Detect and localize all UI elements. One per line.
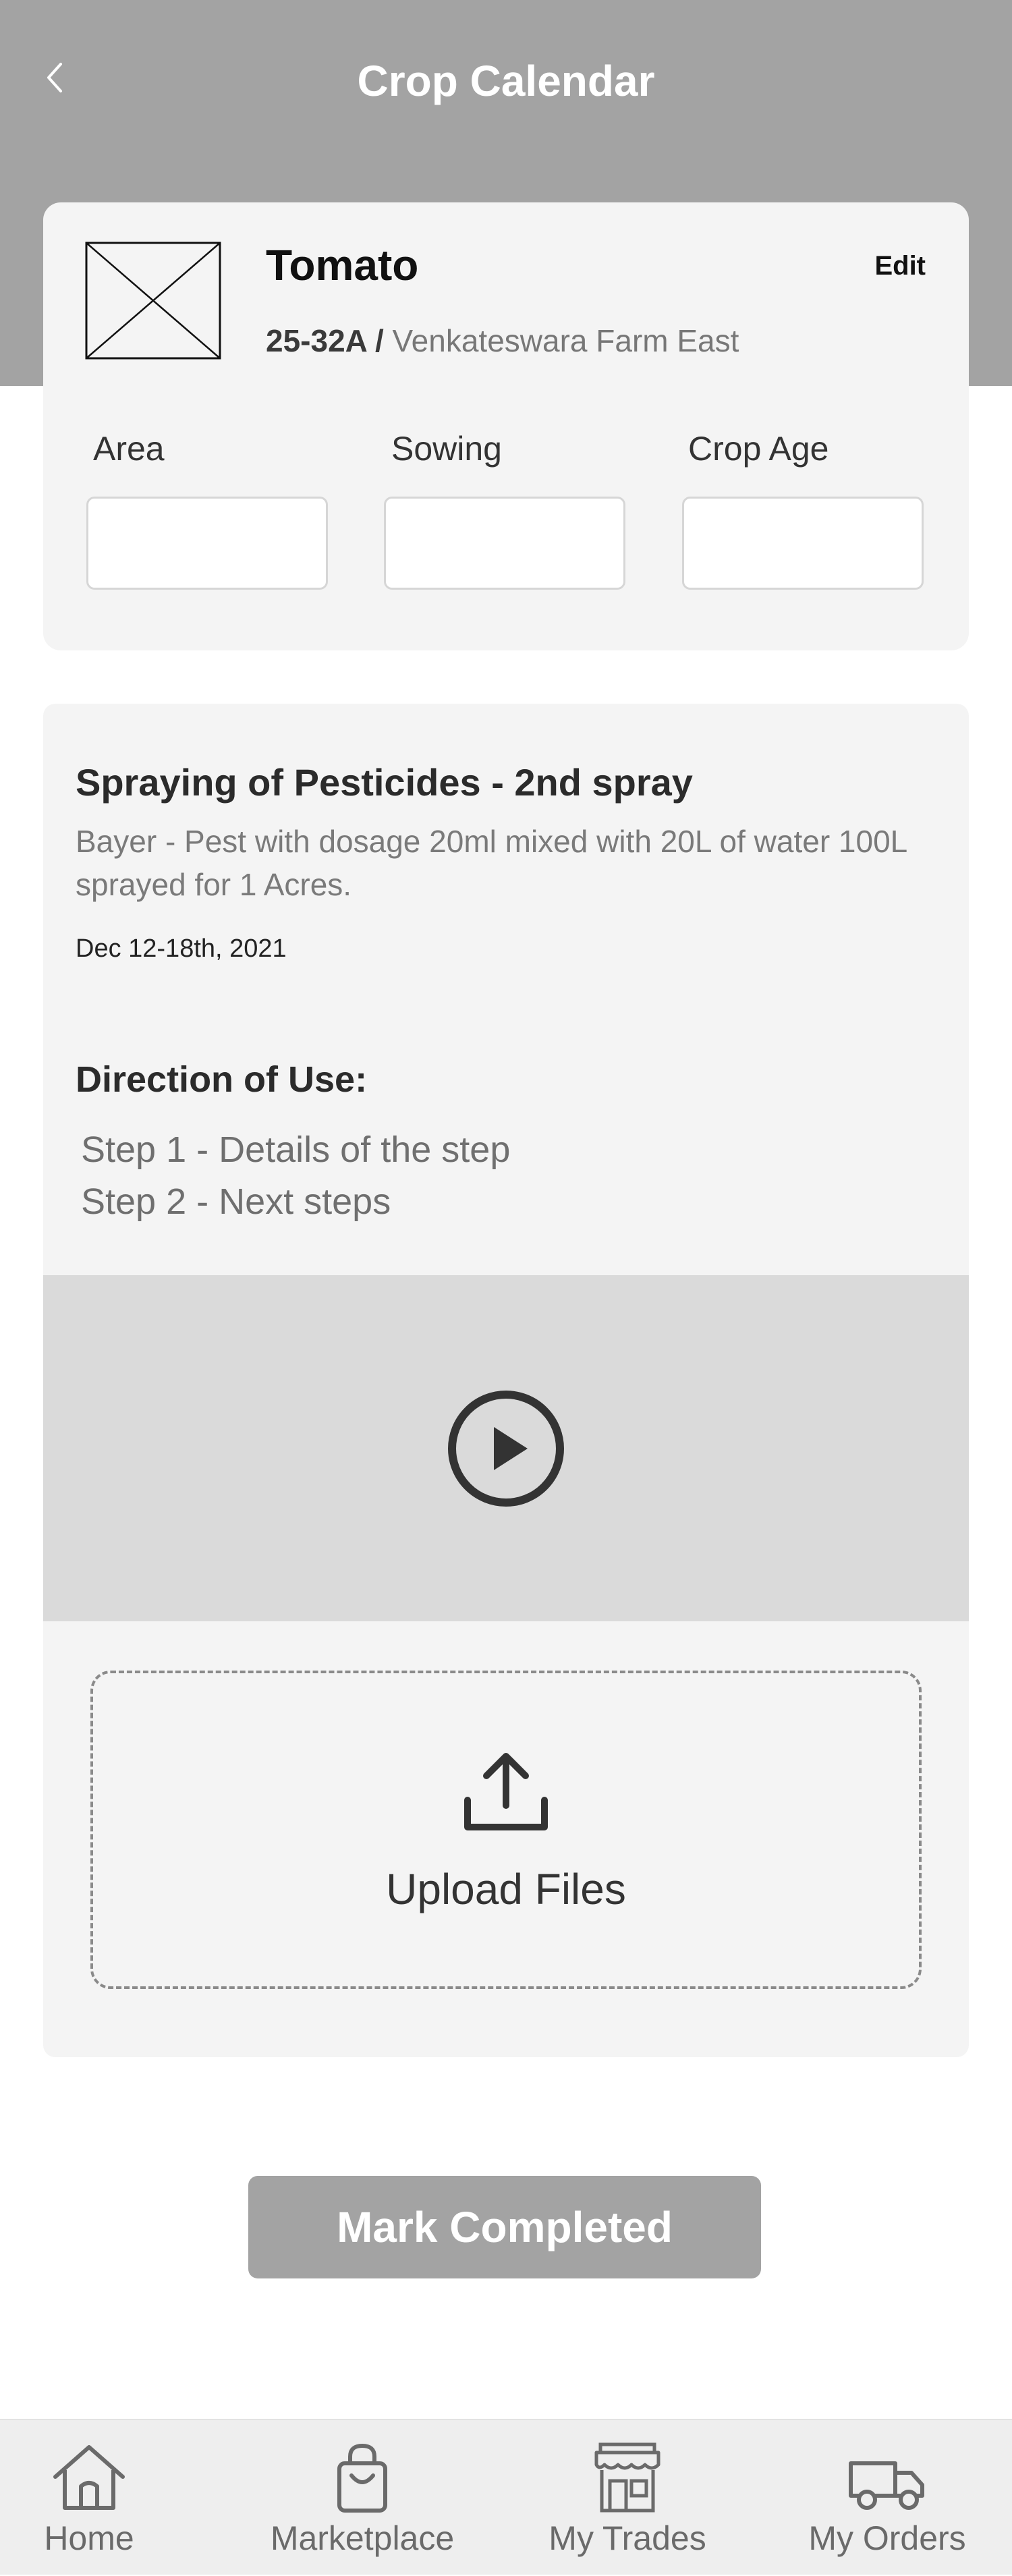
nav-item-my-trades[interactable]: My Trades [540, 2420, 715, 2576]
edit-button[interactable]: Edit [874, 246, 926, 286]
task-description: Bayer - Pest with dosage 20ml mixed with… [76, 824, 907, 902]
area-label: Area [93, 430, 165, 468]
bottom-nav: Home Marketplace My Trades My Orders [0, 2419, 1012, 2575]
task-date: Dec 12-18th, 2021 [76, 934, 287, 963]
video-player[interactable] [43, 1275, 969, 1621]
sowing-input[interactable] [384, 497, 625, 590]
nav-label-my-orders: My Orders [808, 2519, 966, 2557]
nav-item-my-orders[interactable]: My Orders [789, 2420, 985, 2576]
crop-age-label: Crop Age [688, 430, 829, 468]
crop-age-input[interactable] [682, 497, 924, 590]
home-icon [53, 2445, 125, 2510]
nav-item-home[interactable]: Home [0, 2420, 178, 2576]
crop-info-card: Tomato Edit 25-32A / Venkateswara Farm E… [43, 202, 969, 650]
nav-label-home: Home [44, 2519, 134, 2557]
task-card: Spraying of Pesticides - 2nd spray Bayer… [43, 704, 969, 2057]
truck-icon [849, 2461, 924, 2510]
area-input[interactable] [86, 497, 328, 590]
upload-dropzone[interactable]: Upload Files [90, 1671, 922, 1989]
nav-item-marketplace[interactable]: Marketplace [252, 2420, 472, 2576]
shopping-bag-icon [337, 2443, 387, 2513]
step-item: Step 2 - Next steps [81, 1181, 391, 1222]
play-circle-icon[interactable] [445, 1388, 567, 1509]
store-icon [594, 2442, 660, 2513]
step-item: Step 1 - Details of the step [81, 1129, 511, 1170]
mark-completed-button[interactable]: Mark Completed [248, 2176, 761, 2278]
direction-title: Direction of Use: [76, 1059, 368, 1100]
nav-label-my-trades: My Trades [549, 2519, 706, 2557]
sowing-label: Sowing [391, 430, 502, 468]
task-title: Spraying of Pesticides - 2nd spray [76, 761, 693, 804]
crop-name: Tomato [266, 241, 419, 289]
crop-location: 25-32A / Venkateswara Farm East [266, 317, 739, 364]
page-title: Crop Calendar [357, 57, 655, 105]
upload-label: Upload Files [386, 1865, 626, 1913]
image-placeholder-icon [85, 242, 221, 360]
nav-label-marketplace: Marketplace [270, 2519, 455, 2557]
farm-name: Venkateswara Farm East [392, 323, 739, 358]
plot-code: 25-32A / [266, 323, 384, 358]
upload-icon [464, 1753, 548, 1830]
